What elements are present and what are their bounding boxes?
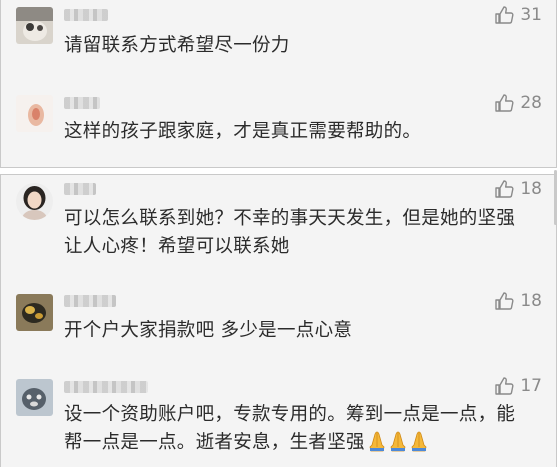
comment-text: 请留联系方式希望尽一份力 <box>64 35 290 56</box>
avatar[interactable] <box>16 7 53 44</box>
like-count: 28 <box>520 93 542 113</box>
thumbs-up-icon <box>494 179 514 199</box>
like-button[interactable]: 28 <box>494 93 542 113</box>
nickname-redacted <box>64 295 116 307</box>
thumbs-up-icon <box>494 376 514 396</box>
comment-panel-bottom: 18 可以怎么联系到她？不幸的事天天发生，但是她的坚强让人心疼！希望可以联系她 … <box>0 174 557 467</box>
like-button[interactable]: 31 <box>494 5 542 25</box>
comment-item: 18 可以怎么联系到她？不幸的事天天发生，但是她的坚强让人心疼！希望可以联系她 <box>1 175 556 285</box>
comment-panel-top: 31 请留联系方式希望尽一份力 28 这样的孩子跟家庭，才是真正需要帮助的。 <box>0 0 557 168</box>
comment-text: 这样的孩子跟家庭，才是真正需要帮助的。 <box>64 121 422 142</box>
nickname-redacted <box>64 381 148 393</box>
like-count: 18 <box>520 179 542 199</box>
avatar[interactable] <box>16 95 53 132</box>
pray-hands-icon <box>390 431 406 452</box>
like-button[interactable]: 18 <box>494 179 542 199</box>
thumbs-up-icon <box>494 291 514 311</box>
avatar[interactable] <box>16 183 53 220</box>
comment-item: 17 设一个资助账户吧，专款专用的。筹到一点是一点，能帮一点是一点。逝者安息，生… <box>1 373 556 467</box>
like-count: 18 <box>520 291 542 311</box>
pray-emoji-group <box>367 430 429 452</box>
like-count: 31 <box>520 5 542 25</box>
like-count: 17 <box>520 376 542 396</box>
comment-text-body: 设一个资助账户吧，专款专用的。筹到一点是一点，能帮一点是一点。逝者安息，生者坚强 <box>64 404 516 453</box>
nickname-redacted <box>64 9 108 21</box>
comment-item: 31 请留联系方式希望尽一份力 <box>1 0 556 82</box>
avatar[interactable] <box>16 379 53 416</box>
like-button[interactable]: 18 <box>494 291 542 311</box>
nickname-redacted <box>64 183 96 195</box>
comment-item: 18 开个户大家捐款吧 多少是一点心意 <box>1 285 556 373</box>
comment-text: 开个户大家捐款吧 多少是一点心意 <box>64 320 353 341</box>
thumbs-up-icon <box>494 5 514 25</box>
like-button[interactable]: 17 <box>494 376 542 396</box>
pray-hands-icon <box>411 431 427 452</box>
scrollbar[interactable] <box>554 170 557 225</box>
avatar[interactable] <box>16 294 53 331</box>
pray-hands-icon <box>369 431 385 452</box>
nickname-redacted <box>64 97 100 109</box>
comment-item: 28 这样的孩子跟家庭，才是真正需要帮助的。 <box>1 82 556 167</box>
thumbs-up-icon <box>494 93 514 113</box>
comment-text: 设一个资助账户吧，专款专用的。筹到一点是一点，能帮一点是一点。逝者安息，生者坚强 <box>64 401 528 457</box>
comment-text: 可以怎么联系到她？不幸的事天天发生，但是她的坚强让人心疼！希望可以联系她 <box>64 208 516 257</box>
